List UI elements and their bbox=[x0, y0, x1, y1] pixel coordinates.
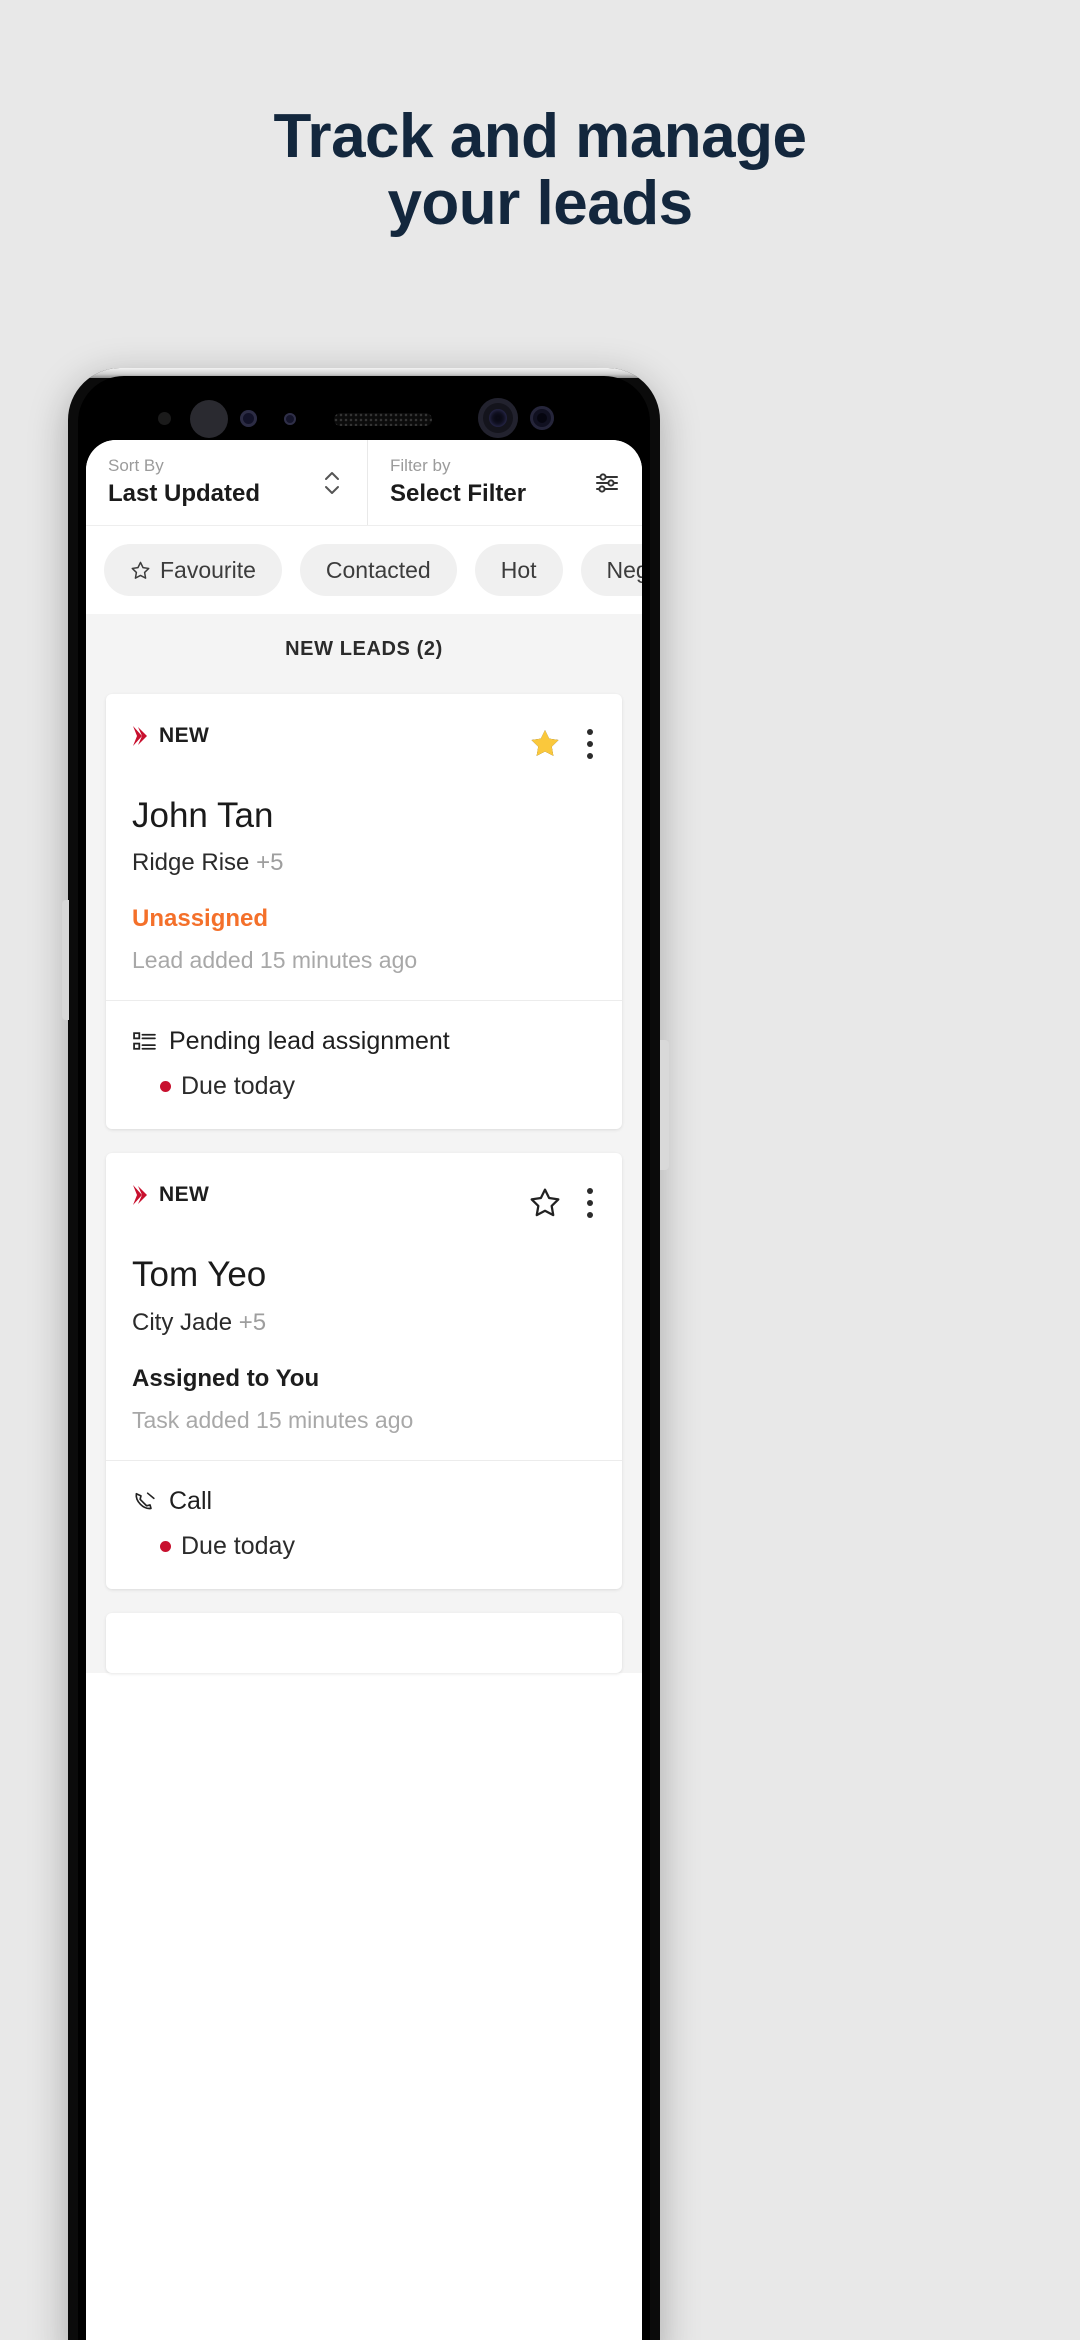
section-header-new-leads: NEW LEADS (2) bbox=[86, 614, 642, 684]
kebab-dot bbox=[587, 1200, 593, 1207]
lead-status-badge: Assigned to You bbox=[132, 1364, 320, 1392]
kebab-dot bbox=[587, 1188, 593, 1195]
lead-card-actions bbox=[528, 724, 596, 762]
lead-list: NEW John Tan Ridge Rise +5 Unassigned Le… bbox=[86, 684, 642, 1673]
kebab-dot bbox=[587, 1212, 593, 1219]
lead-added-time: Lead added 15 minutes ago bbox=[132, 947, 418, 974]
due-status-dot-icon bbox=[160, 1081, 171, 1093]
star-outline-icon[interactable] bbox=[528, 1186, 562, 1220]
lead-project-name: Ridge Rise bbox=[132, 849, 250, 877]
chip-label: Favourite bbox=[160, 556, 256, 583]
filter-sliders-icon[interactable] bbox=[594, 467, 620, 499]
new-flag-icon bbox=[132, 725, 148, 747]
lead-project: Ridge Rise +5 bbox=[132, 849, 596, 877]
task-due-row: Due today bbox=[132, 1072, 596, 1101]
phone-mockup: Sort By Last Updated Filter by Select Fi… bbox=[68, 368, 660, 2340]
lead-card-top: NEW bbox=[132, 724, 596, 762]
ir-sensor-icon bbox=[240, 410, 257, 427]
chip-favourite[interactable]: Favourite bbox=[104, 544, 282, 596]
lead-card-body: NEW bbox=[106, 694, 622, 1000]
phone-sensor-row bbox=[78, 398, 650, 440]
phone-power-button bbox=[660, 1040, 669, 1170]
task-title: Pending lead assignment bbox=[169, 1027, 450, 1056]
kebab-dot bbox=[587, 729, 593, 735]
new-badge: NEW bbox=[132, 724, 209, 748]
list-task-icon bbox=[132, 1029, 157, 1054]
secondary-camera-lens-icon bbox=[537, 413, 547, 423]
more-options-icon[interactable] bbox=[584, 1185, 596, 1221]
proximity-sensor-icon bbox=[190, 400, 228, 438]
task-due-label: Due today bbox=[181, 1531, 295, 1560]
lead-name: John Tan bbox=[132, 796, 274, 835]
star-outline-icon bbox=[130, 560, 151, 581]
lead-task-section[interactable]: Pending lead assignment Due today bbox=[106, 1000, 622, 1129]
sort-by-control[interactable]: Sort By Last Updated bbox=[86, 440, 368, 525]
sort-filter-bar: Sort By Last Updated Filter by Select Fi… bbox=[86, 440, 642, 526]
filter-by-control[interactable]: Filter by Select Filter bbox=[368, 440, 642, 525]
kebab-dot bbox=[587, 741, 593, 747]
lead-name: Tom Yeo bbox=[132, 1255, 267, 1295]
app-screen: Sort By Last Updated Filter by Select Fi… bbox=[86, 440, 642, 2340]
more-options-icon[interactable] bbox=[584, 726, 596, 762]
lead-project-extra: +5 bbox=[256, 849, 284, 877]
promo-screenshot: Track and manage your leads Sort By Last… bbox=[0, 0, 1080, 2340]
headline-line-1: Track and manage bbox=[273, 102, 807, 171]
new-badge-label: NEW bbox=[159, 724, 210, 747]
new-badge: NEW bbox=[132, 1183, 209, 1207]
sensor-dot-icon bbox=[158, 412, 171, 425]
lead-card[interactable]: NEW bbox=[106, 694, 622, 1130]
lead-task-section[interactable]: Call Due today bbox=[106, 1459, 622, 1589]
task-row: Pending lead assignment bbox=[132, 1027, 596, 1056]
sort-updown-icon[interactable] bbox=[319, 467, 345, 499]
lead-card-top: NEW bbox=[132, 1183, 596, 1221]
lead-status-badge: Unassigned bbox=[132, 905, 269, 933]
chip-hot[interactable]: Hot bbox=[474, 544, 563, 596]
kebab-dot bbox=[587, 753, 593, 759]
phone-call-icon bbox=[132, 1489, 157, 1514]
phone-bezel: Sort By Last Updated Filter by Select Fi… bbox=[78, 376, 650, 2340]
lead-project-name: City Jade bbox=[132, 1308, 233, 1336]
chip-contacted[interactable]: Contacted bbox=[299, 544, 457, 596]
phone-volume-button bbox=[62, 900, 69, 1020]
task-row: Call bbox=[132, 1487, 596, 1516]
filter-chip-row[interactable]: Favourite Contacted Hot Negotia bbox=[86, 526, 642, 614]
task-title: Call bbox=[169, 1486, 213, 1515]
task-due-label: Due today bbox=[181, 1072, 295, 1101]
lead-card-actions bbox=[528, 1183, 596, 1221]
headline-line-2: your leads bbox=[387, 168, 693, 238]
star-filled-icon[interactable] bbox=[528, 727, 562, 761]
lead-card-body: NEW bbox=[106, 1153, 622, 1459]
chip-label: Hot bbox=[500, 556, 537, 583]
chip-negotiation[interactable]: Negotia bbox=[580, 544, 642, 596]
chip-label: Negotia bbox=[606, 556, 642, 583]
lead-project-extra: +5 bbox=[238, 1308, 267, 1336]
chip-label: Contacted bbox=[325, 556, 431, 583]
task-due-row: Due today bbox=[132, 1532, 596, 1561]
page-title: Track and manage your leads bbox=[0, 102, 1080, 238]
lead-card-partial[interactable] bbox=[106, 1612, 622, 1673]
lead-project: City Jade +5 bbox=[132, 1309, 596, 1337]
new-flag-icon bbox=[132, 1184, 148, 1206]
new-badge-label: NEW bbox=[159, 1183, 210, 1207]
front-camera-lens-icon bbox=[489, 409, 507, 427]
earpiece-speaker-icon bbox=[334, 413, 432, 426]
lead-added-time: Task added 15 minutes ago bbox=[132, 1406, 414, 1433]
light-sensor-icon bbox=[284, 413, 296, 425]
due-status-dot-icon bbox=[160, 1540, 171, 1552]
lead-card[interactable]: NEW bbox=[106, 1153, 622, 1589]
